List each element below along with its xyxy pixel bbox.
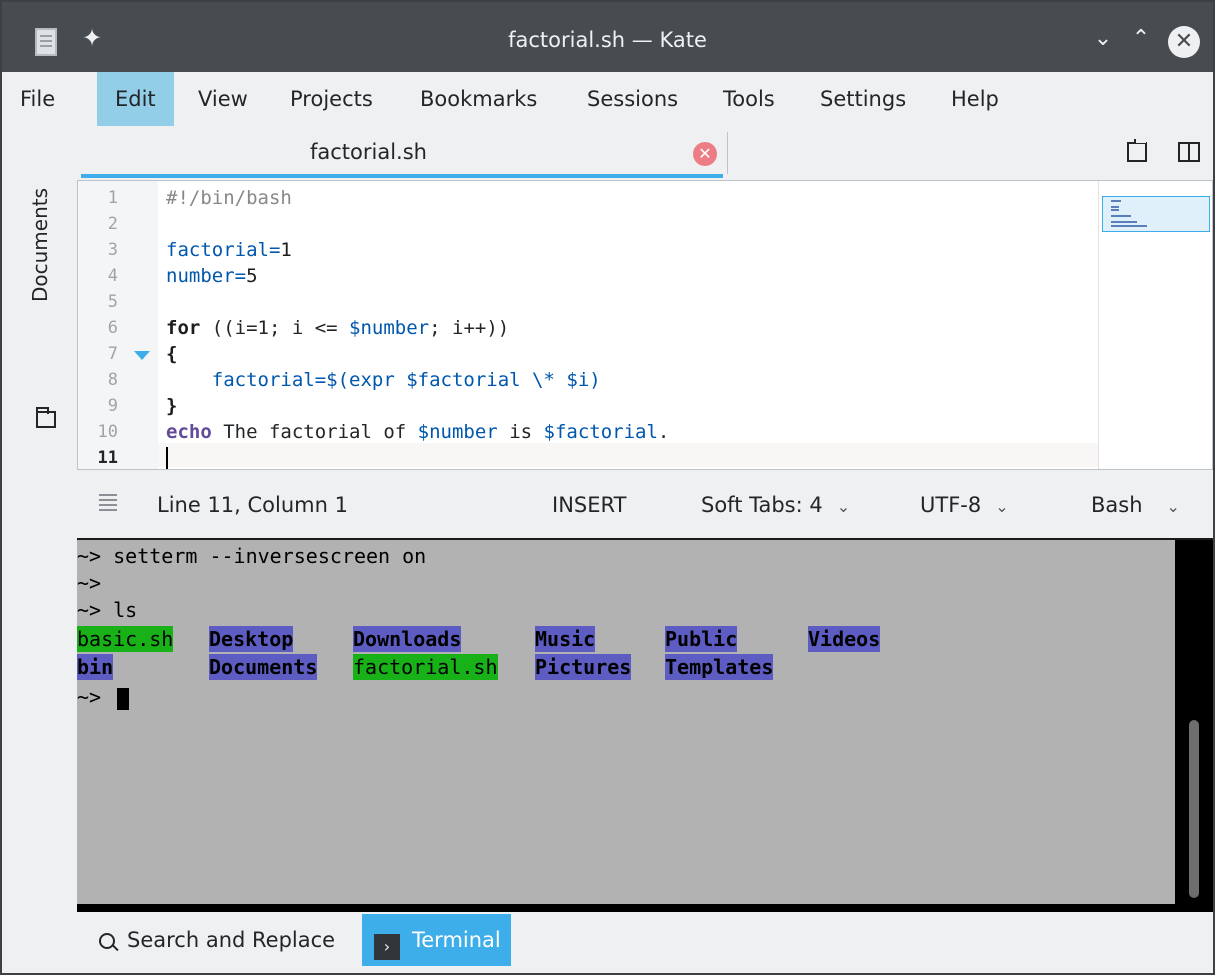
menu-bar: File Edit View Projects Bookmarks Sessio… — [2, 72, 1213, 126]
ls-entry-dir: Documents — [209, 654, 318, 680]
ls-entry-dir: Public — [665, 626, 738, 652]
terminal-line: ~> ls — [77, 598, 138, 622]
ls-entry-dir: bin — [77, 654, 114, 680]
indentation-dropdown[interactable]: Soft Tabs: 4 ⌄ — [701, 493, 850, 517]
ls-entry-file: factorial.sh — [353, 654, 498, 680]
cursor-position[interactable]: Line 11, Column 1 — [157, 493, 348, 517]
text-cursor — [166, 447, 168, 469]
ls-entry-dir: Music — [535, 626, 596, 652]
terminal-scrollbar-thumb[interactable] — [1189, 720, 1199, 898]
code-editor[interactable]: 1 2 3 4 5 6 7 8 9 10 11 #!/bin/bash fact… — [77, 180, 1213, 470]
code-text-area[interactable]: #!/bin/bash factorial=1 number=5 for ((i… — [158, 181, 1098, 469]
line-number-current: 11 — [97, 448, 118, 468]
status-bar: Line 11, Column 1 INSERT Soft Tabs: 4 ⌄ U… — [77, 472, 1213, 536]
chevron-down-icon: ⌄ — [1166, 497, 1180, 516]
menu-tools[interactable]: Tools — [705, 72, 793, 126]
terminal-line: ~> — [77, 571, 102, 595]
documents-side-tab[interactable]: Documents — [2, 126, 74, 428]
code-line: #!/bin/bash — [166, 187, 292, 209]
syntax-label: Bash — [1091, 493, 1143, 517]
terminal-line: ~> setterm --inversescreen on — [77, 544, 427, 568]
line-number: 3 — [107, 240, 118, 260]
encoding-dropdown[interactable]: UTF-8 ⌄ — [920, 493, 1009, 517]
line-number: 8 — [107, 370, 118, 390]
menu-projects[interactable]: Projects — [272, 72, 391, 126]
split-view-icon[interactable] — [1178, 142, 1200, 162]
terminal-border — [77, 904, 1213, 912]
minimap[interactable] — [1098, 181, 1212, 469]
terminal-label: Terminal — [412, 928, 501, 952]
fold-marker-icon[interactable] — [134, 351, 150, 360]
line-number: 10 — [97, 422, 118, 442]
code-line: factorial=$(expr $factorial \* $i) — [211, 369, 601, 391]
active-tab-indicator — [81, 174, 723, 178]
code-line: { — [166, 343, 178, 365]
ls-entry-dir: Downloads — [353, 626, 462, 652]
maximize-icon[interactable]: ⌃ — [1126, 24, 1156, 54]
close-window-icon[interactable]: ✕ — [1168, 26, 1200, 58]
kate-window: ✦ factorial.sh — Kate ⌄ ⌃ ✕ File Edit Vi… — [0, 0, 1215, 975]
line-number: 9 — [107, 396, 118, 416]
minimize-icon[interactable]: ⌄ — [1088, 24, 1118, 54]
line-number: 1 — [107, 188, 118, 208]
ls-entry-file: basic.sh — [77, 626, 174, 652]
line-number: 4 — [107, 266, 118, 286]
folder-icon[interactable] — [36, 407, 56, 428]
code-line: echo The factorial of $number is $factor… — [166, 421, 670, 443]
menu-help[interactable]: Help — [933, 72, 1017, 126]
document-tab-bar: factorial.sh ✕ — [77, 126, 1213, 180]
documents-label[interactable]: Documents — [28, 188, 52, 302]
chevron-down-icon: ⌄ — [995, 497, 1009, 516]
menu-settings[interactable]: Settings — [802, 72, 924, 126]
ls-entry-dir: Pictures — [535, 654, 632, 680]
menu-edit[interactable]: Edit — [97, 72, 174, 126]
search-and-replace-label: Search and Replace — [127, 928, 336, 952]
chevron-down-icon: ⌄ — [836, 497, 851, 516]
line-number: 6 — [107, 318, 118, 338]
line-number: 2 — [107, 214, 118, 234]
menu-view[interactable]: View — [180, 72, 266, 126]
terminal-icon: › — [374, 934, 400, 960]
menu-sessions[interactable]: Sessions — [569, 72, 696, 126]
search-and-replace-tab[interactable]: Search and Replace — [87, 914, 345, 966]
line-number: 7 — [107, 344, 118, 364]
menu-bookmarks[interactable]: Bookmarks — [402, 72, 555, 126]
close-tab-icon[interactable]: ✕ — [693, 142, 717, 166]
input-mode[interactable]: INSERT — [552, 493, 626, 517]
code-line-current — [158, 447, 1178, 469]
minimap-viewport[interactable] — [1102, 196, 1210, 232]
code-line: for ((i=1; i <= $number; i++)) — [166, 317, 510, 339]
line-number: 5 — [107, 292, 118, 312]
indentation-label: Soft Tabs: 4 — [701, 493, 823, 517]
syntax-dropdown[interactable]: Bash ⌄ — [1091, 493, 1180, 517]
terminal-prompt: ~> — [77, 685, 102, 709]
window-title: factorial.sh — Kate — [508, 28, 707, 52]
code-line: factorial=1 — [166, 239, 292, 261]
new-document-icon[interactable] — [1127, 139, 1147, 162]
tab-separator — [727, 132, 728, 174]
tab-factorial-sh[interactable]: factorial.sh ✕ — [81, 126, 727, 180]
ls-entry-dir: Templates — [665, 654, 774, 680]
menu-file[interactable]: File — [20, 72, 55, 126]
terminal-cursor — [117, 688, 129, 710]
terminal-scrollbar[interactable] — [1175, 540, 1213, 908]
tool-view-tabs: Search and Replace › Terminal — [77, 912, 1213, 972]
terminal-tab[interactable]: › Terminal — [362, 914, 511, 966]
hamburger-menu-icon[interactable] — [99, 494, 117, 496]
tab-label[interactable]: factorial.sh — [81, 140, 656, 164]
ls-entry-dir: Videos — [808, 626, 881, 652]
encoding-label: UTF-8 — [920, 493, 982, 517]
title-bar[interactable]: ✦ factorial.sh — Kate ⌄ ⌃ ✕ — [2, 2, 1213, 72]
search-icon — [99, 933, 115, 949]
ls-entry-dir: Desktop — [209, 626, 294, 652]
code-line: } — [166, 395, 178, 417]
terminal-panel[interactable]: ~> setterm --inversescreen on ~> ~> ls b… — [77, 538, 1213, 910]
line-number-gutter: 1 2 3 4 5 6 7 8 9 10 11 — [78, 181, 158, 469]
code-line: number=5 — [166, 265, 258, 287]
